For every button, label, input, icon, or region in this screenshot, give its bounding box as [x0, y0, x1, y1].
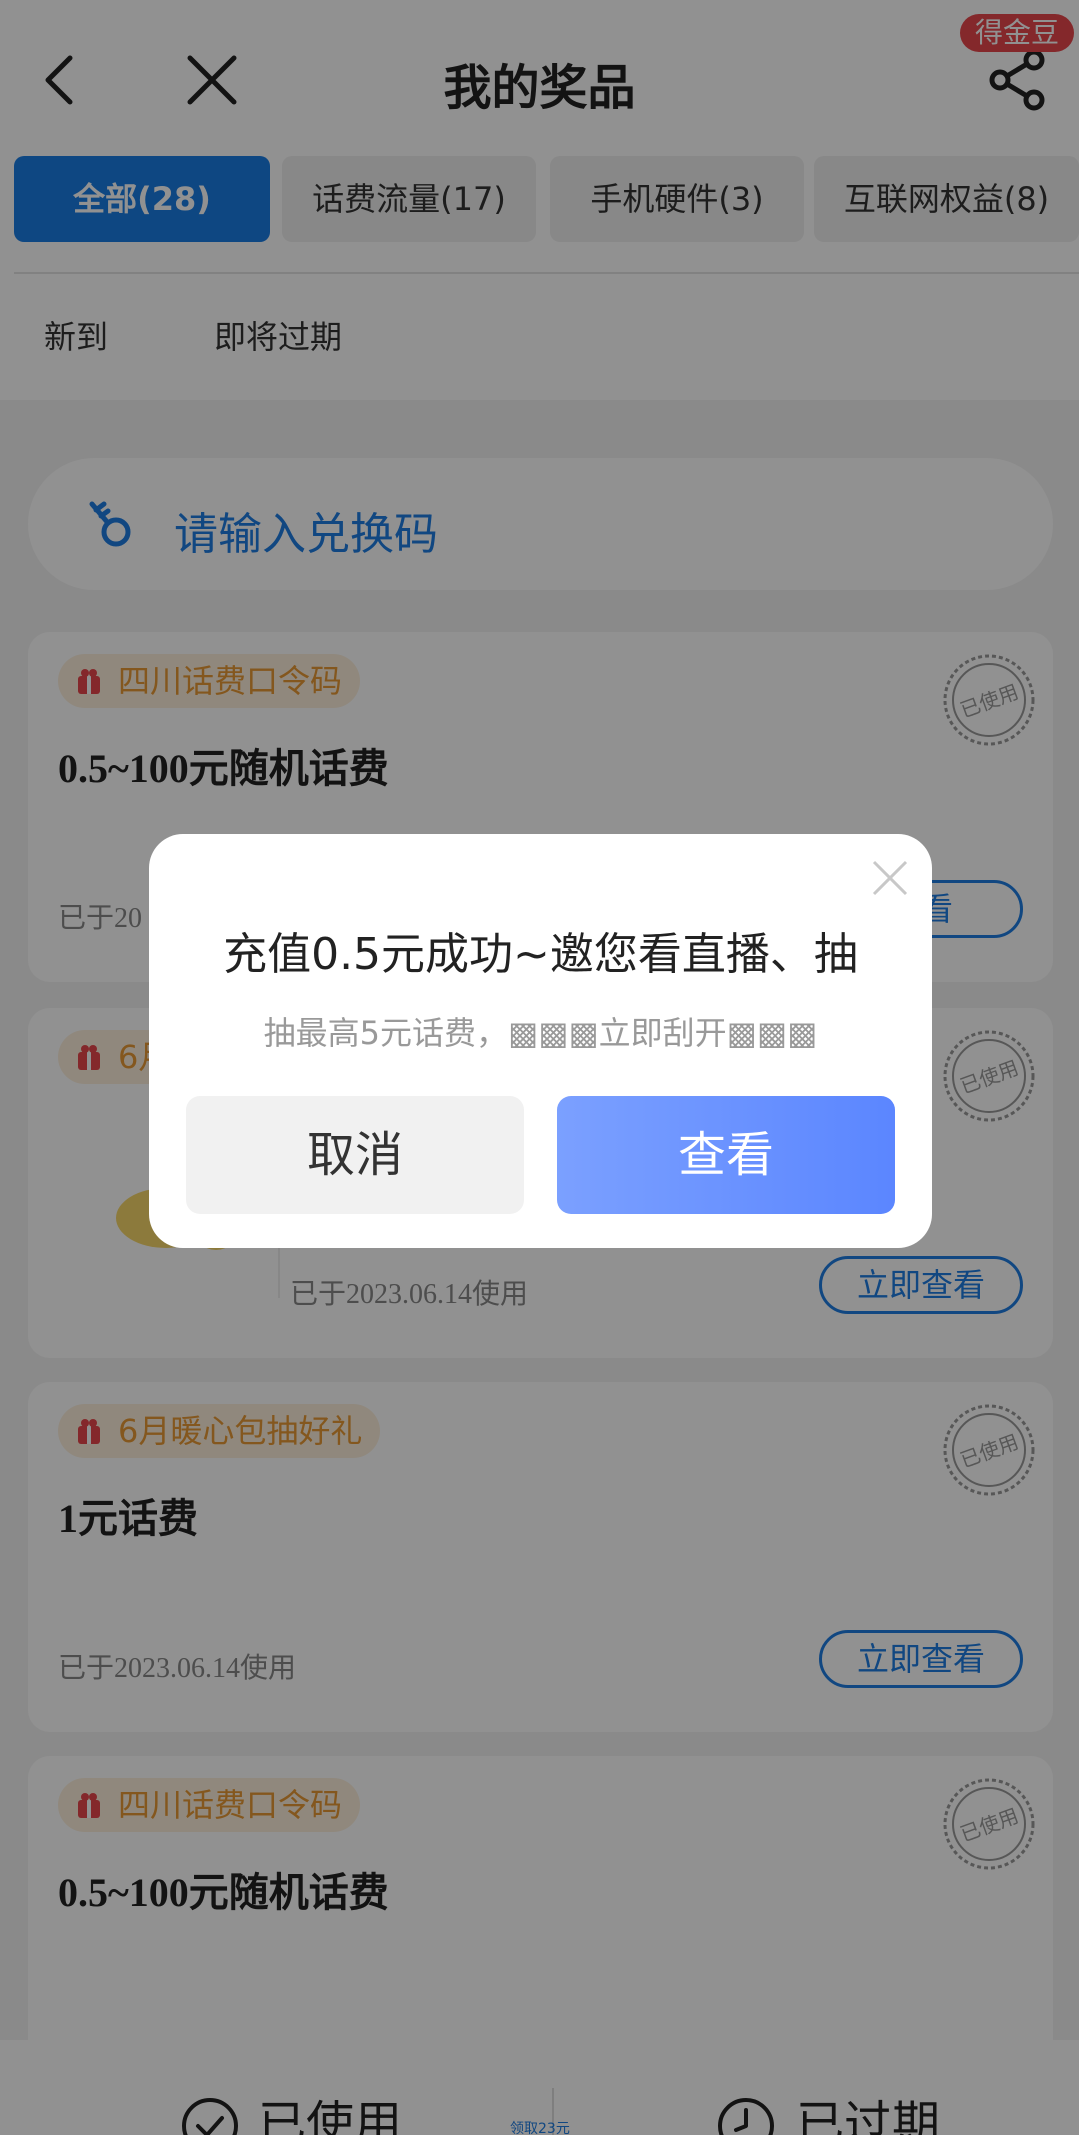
success-dialog: 充值0.5元成功~邀您看直播、抽 抽最高5元话费，▩▩▩立即刮开▩▩▩ 取消 查… [149, 834, 932, 1248]
cancel-button[interactable]: 取消 [186, 1096, 524, 1214]
dialog-subtitle: 抽最高5元话费，▩▩▩立即刮开▩▩▩ [263, 1014, 818, 1052]
close-icon [872, 860, 908, 896]
dialog-close-button[interactable] [870, 858, 910, 898]
page-root: 我的奖品 得金豆 全部(28) 话费流量(17) 手机硬件(3) 互联网权益(8… [0, 0, 1079, 2135]
dialog-title: 充值0.5元成功~邀您看直播、抽 [223, 929, 858, 980]
view-button[interactable]: 查看 [557, 1096, 895, 1214]
